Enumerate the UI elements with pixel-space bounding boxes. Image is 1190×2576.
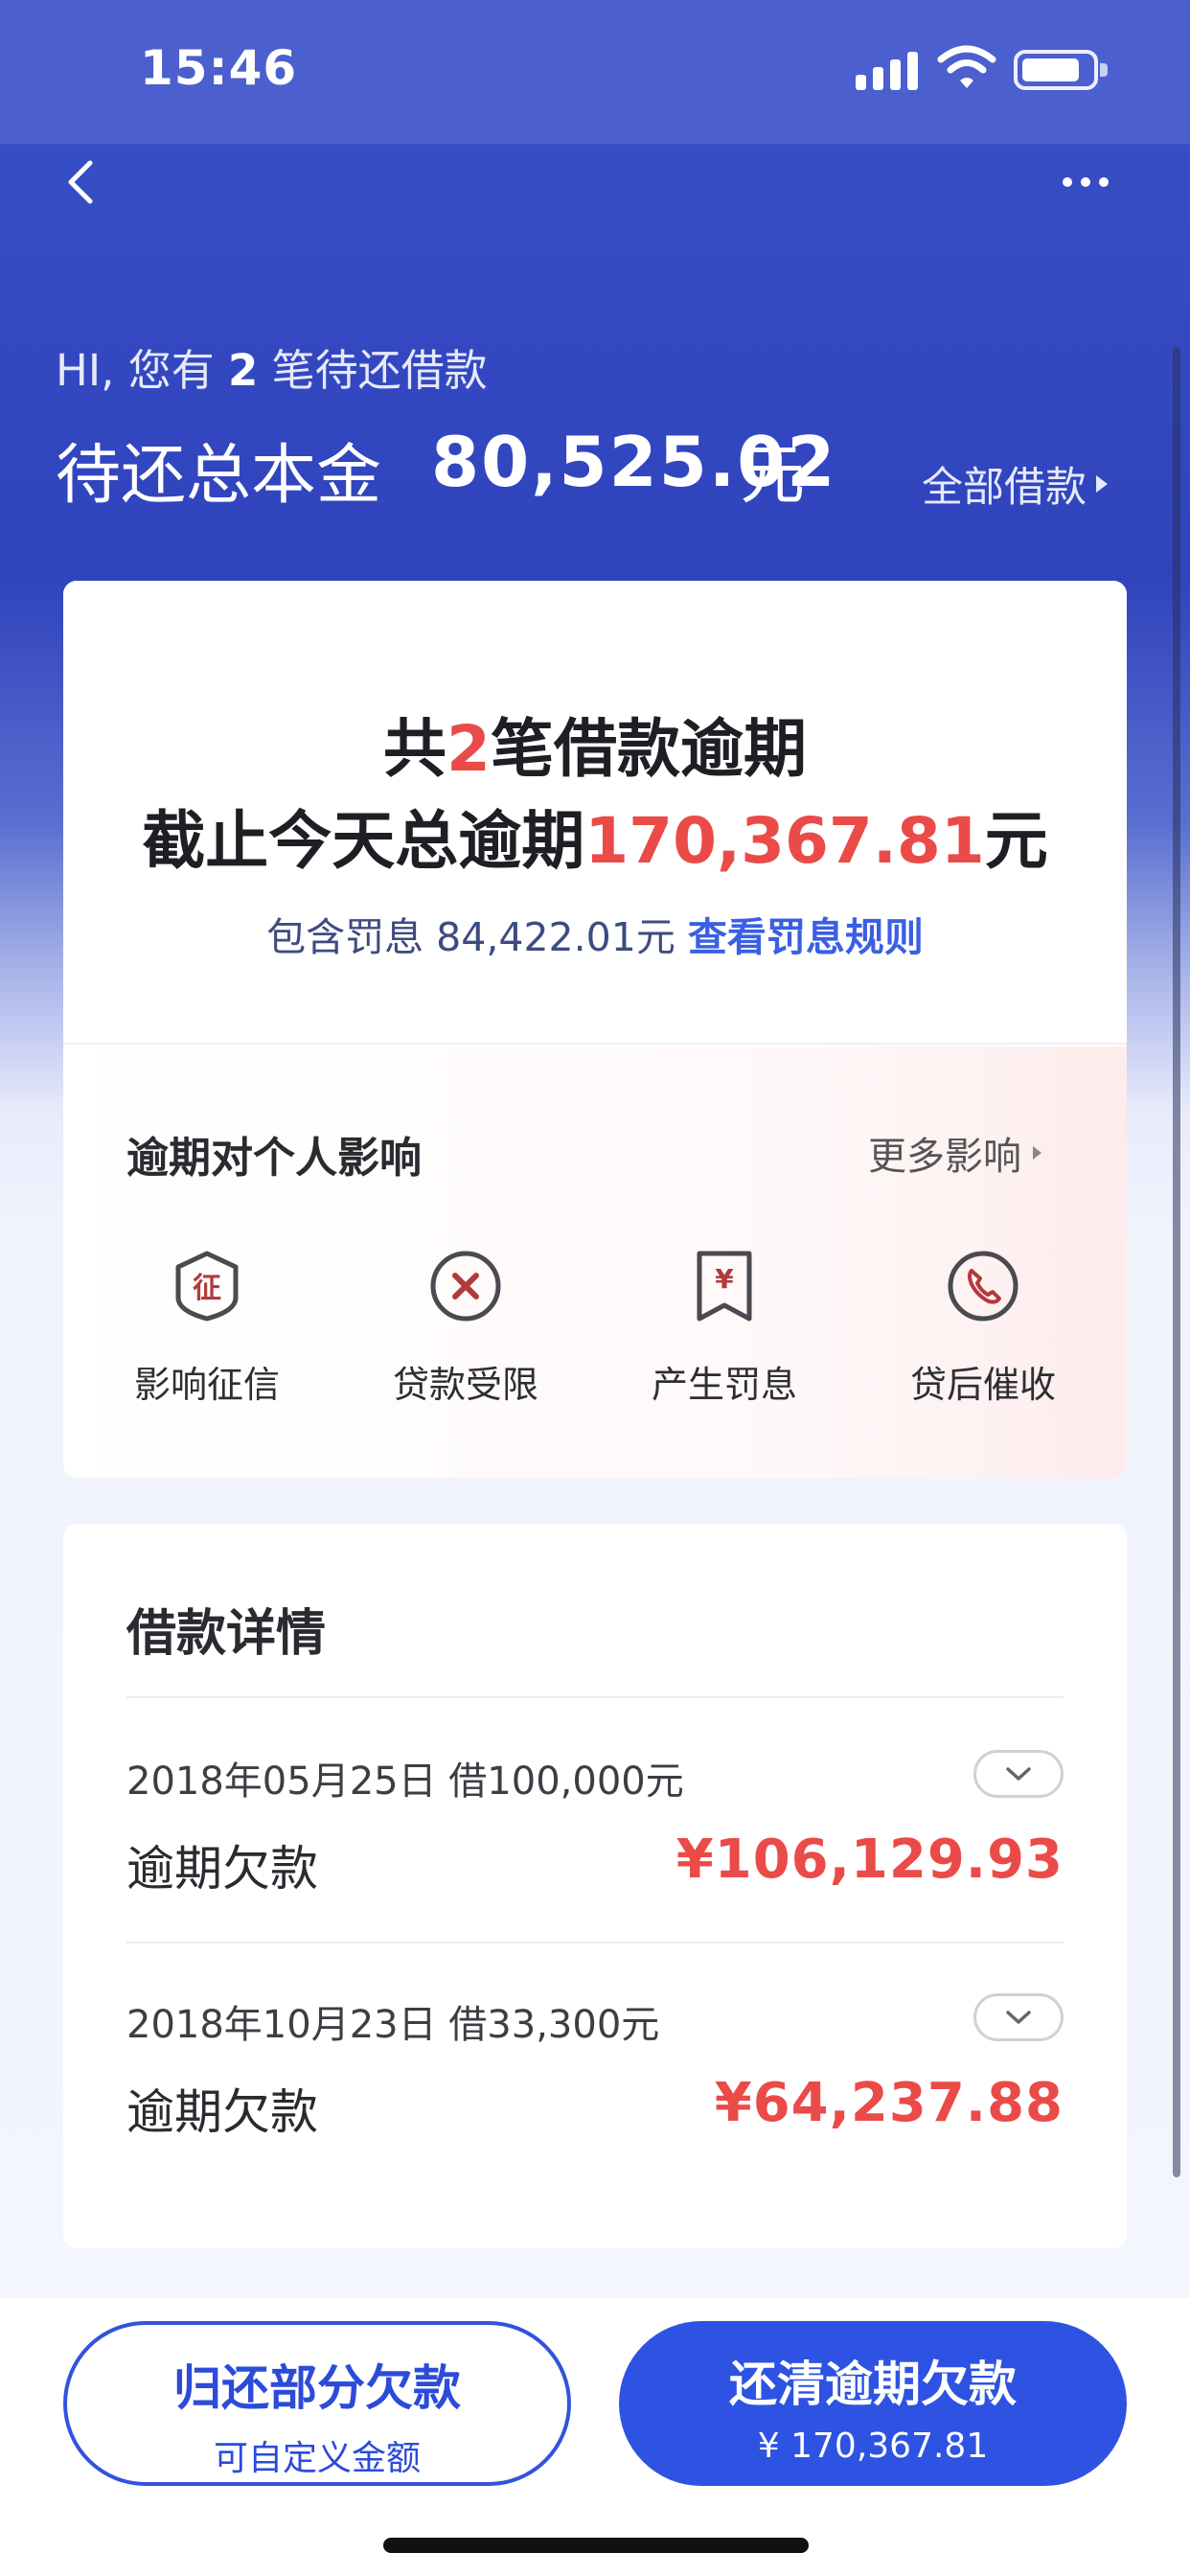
repay-all-label: 还清逾期欠款	[729, 2357, 1017, 2412]
expand-loan-button[interactable]	[973, 1993, 1064, 2041]
chevron-down-icon	[1006, 1767, 1031, 1781]
loan-details-card: 借款详情 2018年05月25日 借100,000元 逾期欠款 ¥106,129…	[63, 1524, 1127, 2248]
loan-overdue-label: 逾期欠款	[126, 2084, 318, 2140]
chevron-down-icon	[1006, 2011, 1031, 2024]
more-options-icon[interactable]	[1062, 172, 1110, 192]
impact-item-label: 贷后催收	[909, 1364, 1056, 1406]
svg-text:征: 征	[193, 1272, 221, 1305]
impact-item-label: 影响征信	[133, 1364, 280, 1406]
overdue-summary: 共2笔借款逾期 截止今天总逾期170,367.81元 包含罚息 84,422.0…	[63, 581, 1127, 1045]
overdue-card: 共2笔借款逾期 截止今天总逾期170,367.81元 包含罚息 84,422.0…	[63, 581, 1127, 1478]
overdue-total-unit: 元	[984, 804, 1048, 878]
status-bar: 15:46	[0, 0, 1190, 204]
battery-icon	[1014, 50, 1108, 90]
wifi-icon	[937, 45, 996, 88]
back-icon[interactable]	[54, 153, 111, 211]
scrollbar[interactable]	[1173, 347, 1180, 2177]
phone-icon	[948, 1251, 1018, 1322]
greeting-suffix: 笔待还借款	[271, 345, 488, 396]
impact-item-label: 贷款受限	[392, 1364, 538, 1406]
impact-item-penalty: ¥ 产生罚息	[619, 1248, 830, 1408]
impact-section: 逾期对个人影响 更多影响 征 影响征信 贷款受限 ¥ 产生罚息 贷后催收	[63, 1046, 1127, 1478]
divider	[126, 1696, 1064, 1698]
repay-all-amount: ¥ 170,367.81	[757, 2426, 989, 2466]
divider	[126, 1942, 1064, 1944]
repay-all-button[interactable]: 还清逾期欠款 ¥ 170,367.81	[619, 2321, 1127, 2486]
caret-right-icon	[1033, 1146, 1041, 1160]
expand-loan-button[interactable]	[973, 1750, 1064, 1798]
impact-items: 征 影响征信 贷款受限 ¥ 产生罚息 贷后催收	[102, 1248, 1127, 1420]
overdue-count-prefix: 共	[383, 712, 447, 786]
impact-item-label: 产生罚息	[651, 1364, 797, 1406]
repay-partial-label: 归还部分欠款	[173, 2360, 461, 2416]
impact-item-loan-limited: 贷款受限	[360, 1248, 571, 1408]
loan-meta: 2018年05月25日 借100,000元	[126, 1760, 684, 1804]
all-loans-label: 全部借款	[922, 464, 1087, 512]
credit-shield-icon: 征	[175, 1251, 239, 1322]
impact-item-collection: 贷后催收	[878, 1248, 1088, 1408]
pending-loan-count: 2	[228, 345, 259, 396]
penalty-text: 包含罚息 84,422.01元	[266, 914, 675, 960]
svg-text:¥: ¥	[715, 1263, 734, 1295]
signal-icon	[856, 48, 919, 90]
penalty-rules-link[interactable]: 查看罚息规则	[688, 914, 924, 960]
loan-meta: 2018年10月23日 借33,300元	[126, 2003, 660, 2047]
status-time: 15:46	[140, 40, 298, 96]
repay-partial-button[interactable]: 归还部分欠款 可自定义金额	[63, 2321, 571, 2486]
principal-unit: 元	[740, 438, 806, 514]
loan-details-title: 借款详情	[126, 1605, 327, 1663]
impact-title: 逾期对个人影响	[126, 1134, 422, 1183]
repay-partial-sublabel: 可自定义金额	[213, 2439, 421, 2478]
more-impact-label: 更多影响	[868, 1135, 1021, 1179]
loan-overdue-amount: ¥64,237.88	[714, 2072, 1064, 2134]
greeting: HI, 您有 2 笔待还借款	[56, 335, 488, 398]
loan-overdue-amount: ¥106,129.93	[675, 1828, 1064, 1891]
principal-label: 待还总本金	[56, 438, 382, 514]
receipt-yen-icon: ¥	[697, 1251, 752, 1322]
caret-right-icon	[1096, 475, 1108, 493]
greeting-prefix: HI, 您有	[56, 345, 215, 396]
loan-overdue-label: 逾期欠款	[126, 1841, 318, 1897]
overdue-count-suffix: 笔借款逾期	[490, 712, 807, 786]
footer-actions: 归还部分欠款 可自定义金额 还清逾期欠款 ¥ 170,367.81	[0, 2298, 1190, 2576]
overdue-count-line: 共2笔借款逾期	[63, 698, 1127, 790]
overdue-count: 2	[446, 712, 491, 786]
overdue-total-line: 截止今天总逾期170,367.81元	[63, 790, 1127, 882]
more-impact-link[interactable]: 更多影响	[868, 1125, 1041, 1181]
impact-item-credit: 征 影响征信	[102, 1248, 312, 1408]
penalty-info: 包含罚息 84,422.01元 查看罚息规则	[63, 905, 1127, 962]
overdue-total-prefix: 截止今天总逾期	[142, 804, 585, 878]
overdue-total-amount: 170,367.81	[584, 804, 985, 878]
x-circle-icon	[430, 1251, 501, 1322]
all-loans-link[interactable]: 全部借款	[922, 454, 1108, 514]
home-indicator[interactable]	[383, 2538, 809, 2553]
